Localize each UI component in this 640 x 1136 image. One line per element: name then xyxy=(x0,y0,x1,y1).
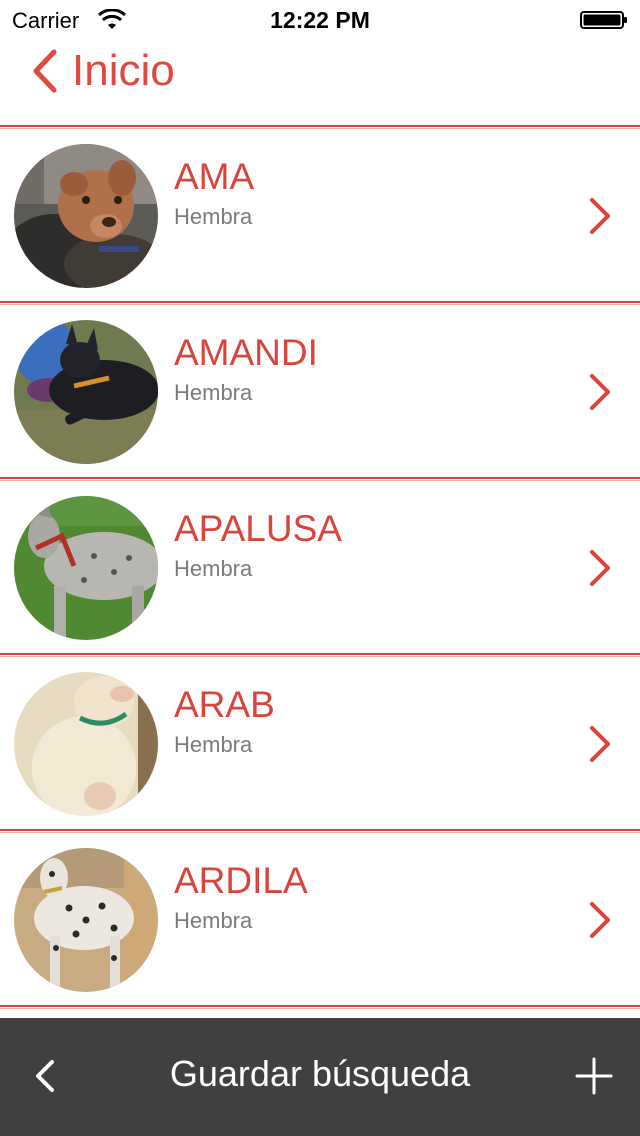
dog-sex: Hembra xyxy=(174,556,253,581)
status-bar: Carrier 12:22 PM xyxy=(0,0,640,40)
chevron-right-icon xyxy=(590,726,610,762)
dog-photo-ama xyxy=(14,144,158,288)
bottom-toolbar: Guardar búsqueda xyxy=(0,1018,640,1136)
plus-icon[interactable] xyxy=(574,1056,614,1096)
back-button[interactable]: Inicio xyxy=(28,42,175,100)
status-time: 12:22 PM xyxy=(270,7,370,33)
dog-name: AMA xyxy=(174,156,255,197)
dog-name: AMANDI xyxy=(174,332,318,373)
chevron-right-icon xyxy=(590,550,610,586)
row-divider xyxy=(0,124,640,130)
dog-name: APALUSA xyxy=(174,508,342,549)
chevron-right-icon xyxy=(590,374,610,410)
dog-photo-amandi xyxy=(14,320,158,464)
dog-name: ARAB xyxy=(174,684,275,725)
row-divider xyxy=(0,652,640,658)
dog-sex: Hembra xyxy=(174,908,253,933)
dog-photo-ardila xyxy=(14,848,158,992)
chevron-left-icon xyxy=(33,49,57,93)
list-item[interactable]: AMA Hembra xyxy=(0,124,640,300)
chevron-right-icon xyxy=(590,198,610,234)
save-search-button[interactable]: Guardar búsqueda xyxy=(0,1053,640,1095)
dog-photo-arab xyxy=(14,672,158,816)
list-item[interactable]: AMANDI Hembra xyxy=(0,300,640,476)
battery-full-icon xyxy=(580,11,627,29)
list-item[interactable]: ARDILA Hembra xyxy=(0,828,640,1004)
row-divider xyxy=(0,476,640,482)
dog-name: ARDILA xyxy=(174,860,308,901)
row-divider xyxy=(0,300,640,306)
chevron-right-icon xyxy=(590,902,610,938)
dog-list: AMA Hembra AMANDI Hembra APALUSA Hembra … xyxy=(0,124,640,1009)
dog-sex: Hembra xyxy=(174,204,253,229)
back-button-label: Inicio xyxy=(72,46,175,95)
dog-photo-apalusa xyxy=(14,496,158,640)
dog-sex: Hembra xyxy=(174,732,253,757)
row-divider xyxy=(0,1004,640,1010)
dog-sex: Hembra xyxy=(174,380,253,405)
list-item[interactable]: APALUSA Hembra xyxy=(0,476,640,652)
row-divider xyxy=(0,828,640,834)
list-item[interactable]: ARAB Hembra xyxy=(0,652,640,828)
